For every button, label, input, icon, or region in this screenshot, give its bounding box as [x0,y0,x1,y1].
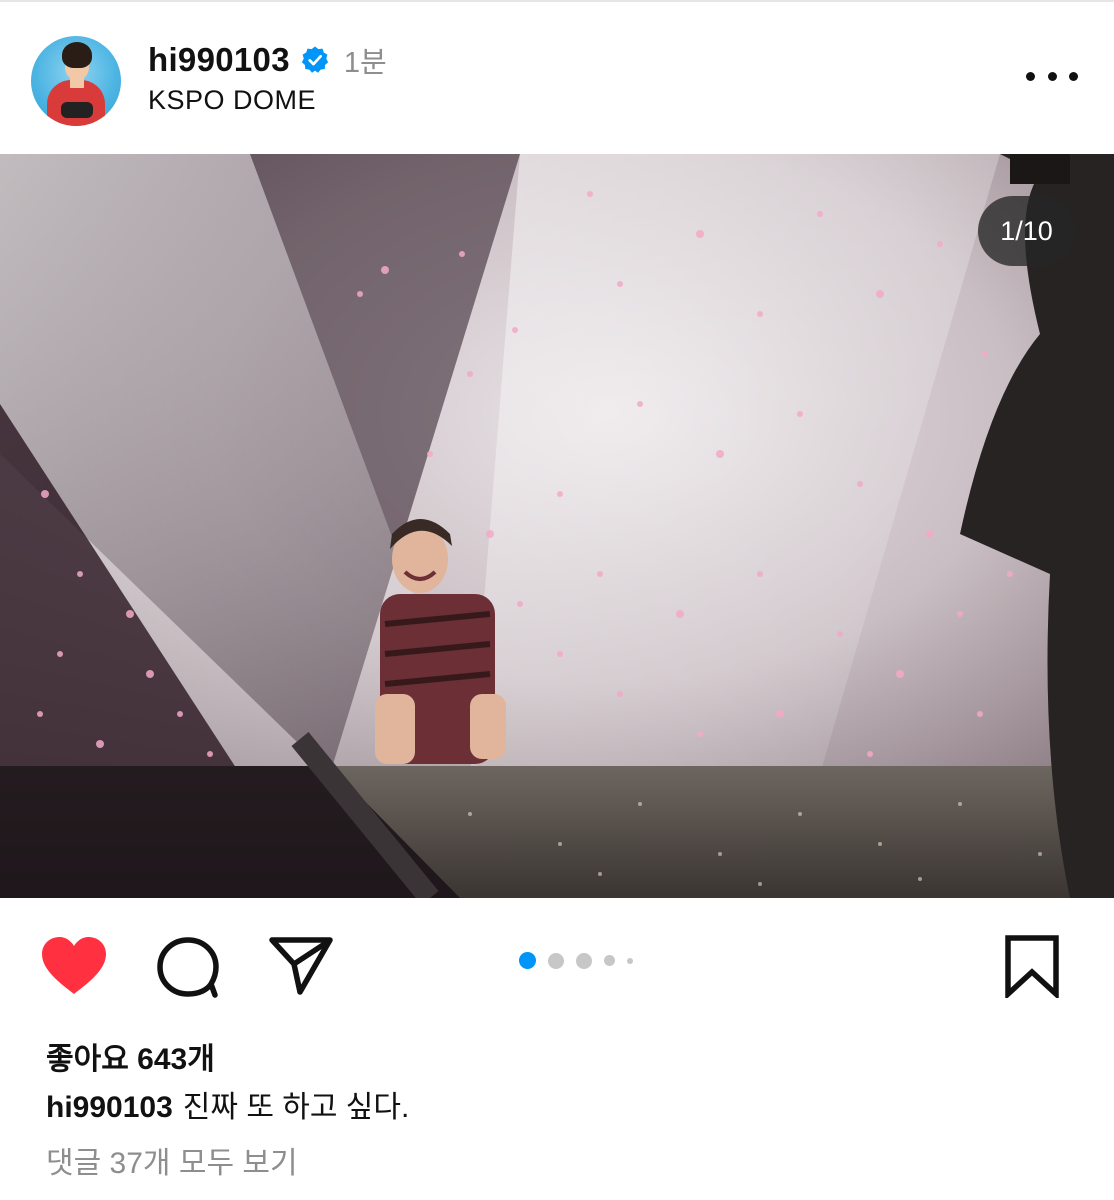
more-options-icon[interactable] [1026,64,1078,88]
carousel-dot-active [519,952,536,969]
username-row: hi990103 1분 [148,40,387,80]
post-header: hi990103 1분 KSPO DOME [0,0,1114,154]
carousel-dot [576,952,592,969]
post-caption: hi990103 진짜 또 하고 싶다. [46,1082,409,1126]
carousel-dot [604,955,615,966]
carousel-dot [627,957,633,964]
profile-avatar[interactable] [31,36,121,126]
paper-plane-icon[interactable] [268,934,334,996]
carousel-dot [548,952,564,969]
view-all-comments-link[interactable]: 댓글 37개 모두 보기 [46,1138,298,1182]
image-counter: 1/10 [978,196,1075,266]
username-link[interactable]: hi990103 [148,41,290,79]
carousel-indicator [519,952,633,969]
bookmark-icon[interactable] [1004,934,1060,998]
comment-bubble-icon[interactable] [156,936,220,998]
heart-icon[interactable] [40,936,108,996]
caption-username[interactable]: hi990103 [46,1091,173,1124]
post-time: 1분 [343,47,387,79]
caption-text: 진짜 또 하고 싶다. [182,1091,410,1124]
verified-badge-icon [301,46,328,73]
concert-photo-illustration [0,154,1114,898]
post-photo[interactable]: 1/10 [0,154,1114,898]
likes-count[interactable]: 좋아요 643개 [46,1034,215,1078]
location-link[interactable]: KSPO DOME [148,85,316,116]
